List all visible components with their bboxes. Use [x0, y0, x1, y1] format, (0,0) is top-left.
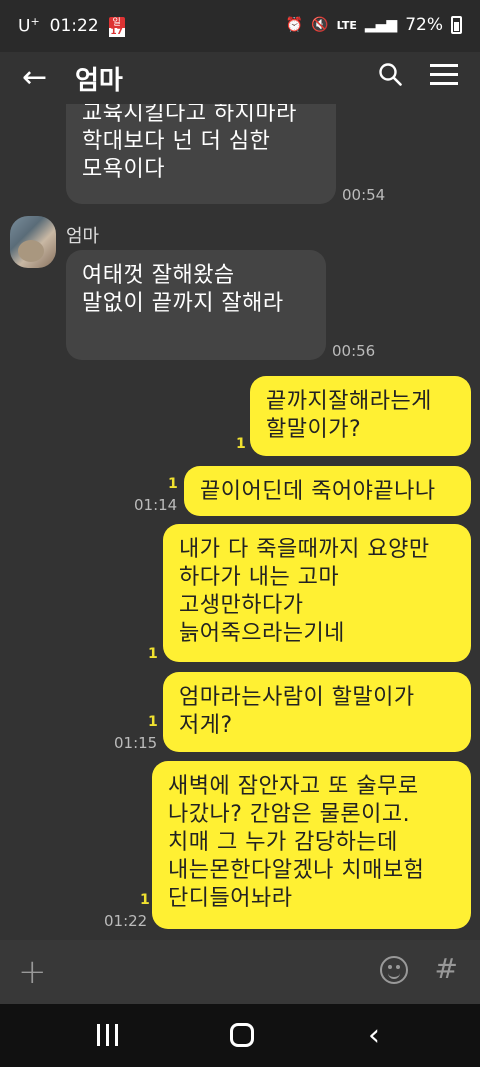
unread-count: 1	[168, 476, 178, 492]
input-bar: + #	[0, 940, 480, 1004]
message-time: 01:22	[104, 912, 148, 930]
emoji-icon[interactable]	[380, 956, 408, 984]
unread-count: 1	[148, 714, 158, 730]
chat-title: 엄마	[75, 66, 123, 96]
recent-apps-icon[interactable]	[97, 1024, 119, 1046]
search-icon[interactable]	[378, 62, 402, 86]
avatar[interactable]	[10, 216, 56, 268]
back-arrow-icon[interactable]: ←	[22, 60, 47, 95]
lte-label: LTE	[336, 18, 357, 32]
message-bubble[interactable]: 새벽에 잠안자고 또 술무로 나갔나? 간암은 물론이고. 치매 그 누가 감당…	[152, 761, 471, 929]
calendar-icon: 일 17	[108, 16, 125, 37]
chat-header: ← 엄마	[0, 52, 480, 104]
battery-percent: 72%	[405, 15, 443, 35]
message-bubble[interactable]: 교육시킬다고 하지마라 학대보다 넌 더 심한 모욕이다	[66, 104, 336, 204]
unread-count: 1	[148, 646, 158, 662]
message-time: 00:56	[332, 342, 376, 360]
sender-name: 엄마	[66, 226, 100, 247]
message-bubble[interactable]: 끝이어딘데 죽어야끝나나	[184, 466, 471, 516]
battery-icon	[451, 16, 462, 34]
message-bubble[interactable]: 끝까지잘해라는게 할말이가?	[250, 376, 471, 456]
message-time: 01:14	[134, 496, 178, 514]
carrier-label: U+	[18, 15, 40, 37]
clock: 01:22	[49, 15, 99, 36]
message-bubble[interactable]: 내가 다 죽을때까지 요양만 하다가 내는 고마 고생만하다가 늙어죽으라는기네	[163, 524, 471, 662]
status-bar: U+ 01:22 일 17 ⏰ 🔇 LTE ▂▄▆ 72%	[0, 0, 480, 52]
message-time: 01:15	[114, 734, 158, 752]
message-bubble[interactable]: 여태껏 잘해왔슴 말없이 끝까지 잘해라	[66, 250, 326, 360]
home-icon[interactable]	[230, 1023, 254, 1047]
system-nav-bar: ‹	[0, 1004, 480, 1067]
mute-icon: 🔇	[311, 17, 329, 33]
plus-icon[interactable]: +	[18, 952, 47, 992]
message-time: 00:54	[342, 186, 386, 204]
signal-icon: ▂▄▆	[364, 17, 398, 33]
alarm-icon: ⏰	[285, 17, 304, 33]
menu-icon[interactable]	[430, 64, 458, 86]
message-bubble[interactable]: 엄마라는사람이 할말이가 저게?	[163, 672, 471, 752]
nav-back-icon[interactable]: ‹	[368, 1018, 380, 1053]
unread-count: 1	[140, 892, 150, 908]
message-list[interactable]: 교육시킬다고 하지마라 학대보다 넌 더 심한 모욕이다 00:54 엄마 여태…	[0, 104, 480, 940]
hash-icon[interactable]: #	[435, 952, 458, 985]
unread-count: 1	[236, 436, 246, 452]
